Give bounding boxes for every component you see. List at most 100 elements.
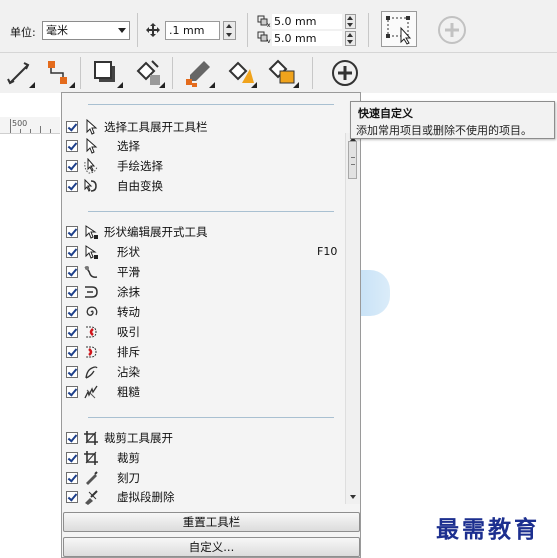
treat-as-filled-button[interactable] [381,11,417,47]
duplicate-x-input[interactable]: 5.0 mm [272,14,342,29]
menu-item-label: 虚拟段删除 [117,490,175,504]
svg-text:x: x [267,22,271,27]
menu-item[interactable]: 选择 [61,137,345,156]
nudge-distance-input[interactable]: .1 mm [165,21,220,40]
divider [80,57,81,89]
checkbox[interactable] [66,286,78,298]
divider [247,13,248,47]
crop-icon [84,451,98,465]
menu-group-header: 选择工具展开工具栏 [104,120,208,134]
menu-item[interactable]: 转动 [61,303,345,322]
menu-item-label: 转动 [117,305,140,319]
menu-item-label: 涂抹 [117,285,140,299]
checkbox[interactable] [66,346,78,358]
drawing-canvas[interactable] [0,134,60,558]
customize-button[interactable]: 自定义... [63,537,360,557]
menu-scrollbar[interactable] [345,133,360,504]
smear-icon [85,286,98,298]
menu-item[interactable]: 涂抹 [61,283,345,302]
menu-item[interactable]: 虚拟段删除 [61,488,345,507]
menu-item-label: 吸引 [117,325,140,339]
menu-group-header: 裁剪工具展开 [104,431,173,445]
dimension-tool[interactable] [2,57,36,89]
add-icon[interactable] [437,15,467,45]
tooltip-body: 添加常用项目或删除不使用的项目。 [356,124,532,137]
checkbox[interactable] [66,121,78,133]
checkbox[interactable] [66,326,78,338]
checkbox[interactable] [66,226,78,238]
scroll-down-icon[interactable] [350,495,356,499]
unit-select[interactable]: 毫米 [42,21,130,40]
unit-value: 毫米 [46,24,68,37]
smart-fill-tool[interactable] [266,57,300,89]
connector-tool[interactable] [42,57,76,89]
menu-item-label: 沾染 [117,365,140,379]
scroll-thumb[interactable] [348,141,357,179]
drop-shadow-tool[interactable] [90,57,124,89]
unit-label: 单位: [10,26,36,39]
interactive-fill-tool[interactable] [224,57,258,89]
checkbox[interactable] [66,472,78,484]
reset-toolbar-button[interactable]: 重置工具栏 [63,512,360,532]
nudge-spinner[interactable] [223,21,236,40]
menu-item[interactable]: 平滑 [61,263,345,282]
duplicate-x-icon: x [257,15,271,27]
checkbox[interactable] [66,266,78,278]
menu-item[interactable]: 吸引 [61,323,345,342]
checkbox[interactable] [66,386,78,398]
chevron-down-icon [118,28,126,33]
checkbox[interactable] [66,306,78,318]
menu-item[interactable]: 刻刀 [61,469,345,488]
duplicate-y-input[interactable]: 5.0 mm [272,31,342,46]
nudge-icon [146,23,160,37]
menu-item[interactable]: 粗糙 [61,383,345,402]
duplicate-y-icon: y [257,31,271,43]
menu-item[interactable]: 沾染 [61,363,345,382]
checkbox[interactable] [66,246,78,258]
checkbox[interactable] [66,432,78,444]
menu-item-label: 刻刀 [117,471,140,485]
divider [368,13,369,47]
checkbox[interactable] [66,180,78,192]
shortcut-label: F10 [317,245,338,258]
attract-magnet-icon [86,326,97,338]
smudge-icon [85,366,98,379]
menu-item[interactable]: 排斥 [61,343,345,362]
menu-item-crop-flyout[interactable]: 裁剪工具展开 [61,429,345,448]
shape-tool-icon [85,245,98,259]
smooth-brush-icon [84,266,98,278]
duplicate-x-spinner[interactable] [345,14,356,29]
divider [137,13,138,47]
menu-item[interactable]: 手绘选择 [61,157,345,176]
nudge-distance-value: .1 mm [169,24,205,37]
menu-group-header: 形状编辑展开式工具 [104,225,208,239]
menu-item[interactable]: 自由变换 [61,177,345,196]
menu-item-label: 自由变换 [117,179,163,193]
toolbox-row [0,53,557,93]
property-bar: 单位: 毫米 .1 mm x 5.0 mm y 5.0 mm [0,0,557,53]
menu-item-pick-flyout[interactable]: 选择工具展开工具栏 [61,118,345,137]
duplicate-y-spinner[interactable] [345,31,356,46]
menu-separator [88,417,334,418]
knife-icon [86,471,98,485]
ruler-label: 500 [12,119,28,128]
transparency-tool[interactable] [132,57,166,89]
menu-item-shape-flyout[interactable]: 形状编辑展开式工具 [61,223,345,242]
pick-arrow-icon [86,119,98,135]
menu-item[interactable]: 形状 F10 [61,243,345,262]
checkbox[interactable] [66,140,78,152]
checkbox[interactable] [66,366,78,378]
checkbox[interactable] [66,491,78,503]
menu-separator [88,211,334,212]
duplicate-y-value: 5.0 mm [274,32,317,45]
checkbox[interactable] [66,452,78,464]
repel-magnet-icon [86,346,97,358]
checkbox[interactable] [66,160,78,172]
crop-icon [84,431,98,445]
menu-item-label: 裁剪 [117,451,140,465]
menu-item[interactable]: 裁剪 [61,449,345,468]
quick-customize-add-icon[interactable] [330,58,360,88]
svg-text:y: y [267,38,271,43]
menu-separator [88,104,334,105]
color-eyedropper-tool[interactable] [182,57,216,89]
